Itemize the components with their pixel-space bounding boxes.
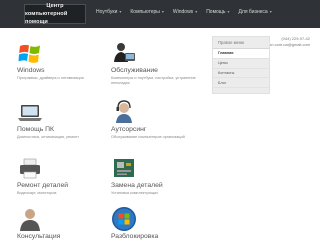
- service-tile-consultation[interactable]: Консультация: [17, 206, 115, 252]
- tile-description: Установка комплектующих: [111, 191, 159, 195]
- windows-logo-icon: [17, 40, 43, 66]
- circuit-board-icon: [111, 155, 137, 181]
- printer-icon: [17, 155, 43, 181]
- tile-description: Диагностика, оптимизация, ремонт: [17, 135, 79, 139]
- tile-title: Замена деталей: [111, 182, 163, 189]
- tile-title: Консультация: [17, 233, 61, 240]
- laptop-icon: [17, 99, 43, 125]
- services-grid: Windows Программы, драйвера и оптимизаци…: [0, 0, 200, 245]
- sidebar-item-home[interactable]: Главная: [213, 49, 269, 59]
- technician-icon: [111, 40, 137, 66]
- sidebar-item-blog[interactable]: Блог: [213, 78, 269, 89]
- service-tile-unlock[interactable]: Разблокировка: [111, 206, 209, 252]
- headset-operator-icon: [111, 99, 137, 125]
- service-tile-outsourcing[interactable]: Аутсорсинг Обслуживание компьютеров орга…: [111, 99, 209, 145]
- person-icon: [17, 206, 43, 232]
- chevron-down-icon: ▾: [269, 9, 272, 14]
- sidebar-item-prices[interactable]: Цены: [213, 59, 269, 69]
- tile-description: Программы, драйвера и оптимизация: [17, 76, 84, 80]
- sidebar-title: Правое меню: [213, 37, 269, 49]
- chevron-down-icon: ▾: [227, 9, 230, 14]
- nav-item-business[interactable]: Для бизнеса ▾: [239, 9, 272, 15]
- tile-title: Аутсорсинг: [111, 126, 147, 133]
- service-tile-maintenance[interactable]: Обслуживание Компьютеры и ноутбуки, наст…: [111, 40, 209, 86]
- service-tile-pc-help[interactable]: Помощь ПК Диагностика, оптимизация, ремо…: [17, 99, 115, 145]
- tile-description: Видеокарт, мониторов: [17, 191, 57, 195]
- tile-title: Обслуживание: [111, 67, 158, 74]
- nav-item-help[interactable]: Помощь ▾: [206, 9, 229, 15]
- service-tile-parts-repair[interactable]: Ремонт деталей Видеокарт, мониторов: [17, 155, 115, 201]
- tile-title: Помощь ПК: [17, 126, 54, 133]
- right-sidebar-menu: Правое меню Главная Цены Контакты Блог: [212, 36, 270, 94]
- tile-title: Ремонт деталей: [17, 182, 69, 189]
- tile-description: Компьютеры и ноутбуки, настройка, устран…: [111, 76, 196, 85]
- service-tile-windows[interactable]: Windows Программы, драйвера и оптимизаци…: [17, 40, 115, 86]
- tile-title: Разблокировка: [111, 233, 159, 240]
- sidebar-item-contacts[interactable]: Контакты: [213, 69, 269, 79]
- service-tile-parts-replacement[interactable]: Замена деталей Установка комплектующих: [111, 155, 209, 201]
- tile-title: Windows: [17, 67, 45, 74]
- tile-description: Обслуживание компьютеров организаций: [111, 135, 185, 139]
- windows-orb-icon: [111, 206, 137, 232]
